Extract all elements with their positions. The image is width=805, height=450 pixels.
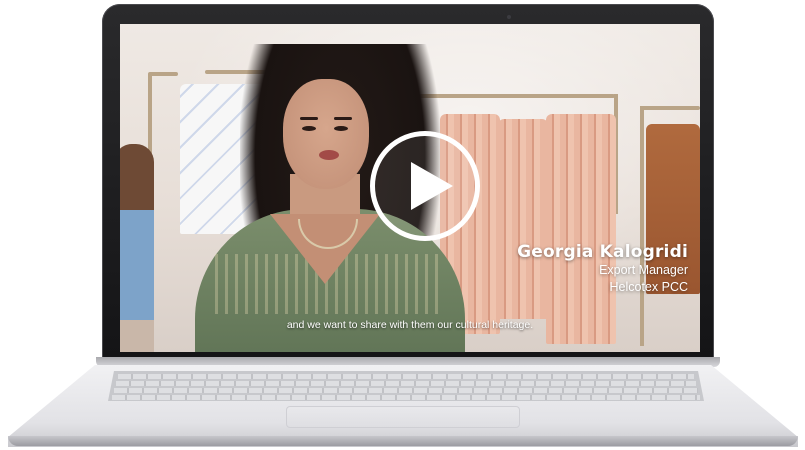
- keyboard: [108, 371, 704, 401]
- speaker-role: Export Manager: [599, 263, 688, 277]
- trackpad: [286, 406, 520, 428]
- key-row: [114, 388, 698, 393]
- speaker-lower-third: Georgia Kalogridi Export Manager Helcote…: [517, 242, 688, 296]
- key-row: [116, 381, 696, 386]
- lips: [319, 150, 339, 160]
- speaker-company: Helcotex PCC: [609, 280, 689, 294]
- play-icon: [411, 162, 453, 210]
- speaker-name: Georgia Kalogridi: [517, 242, 688, 262]
- eye: [334, 126, 348, 131]
- rack-pole: [640, 106, 644, 346]
- brow: [300, 117, 318, 120]
- laptop-base-edge: [8, 436, 798, 446]
- key-row: [118, 374, 694, 379]
- video-player[interactable]: Georgia Kalogridi Export Manager Helcote…: [120, 24, 700, 352]
- rack-rail: [148, 72, 178, 76]
- webcam-icon: [507, 15, 511, 19]
- brow: [334, 117, 352, 120]
- eye: [302, 126, 316, 131]
- key-row: [112, 395, 700, 400]
- speaker-face: [283, 79, 369, 189]
- patterned-dress: [546, 114, 616, 344]
- video-subtitle: and we want to share with them our cultu…: [286, 319, 534, 331]
- play-button[interactable]: [370, 131, 480, 241]
- rack-rail: [640, 106, 700, 110]
